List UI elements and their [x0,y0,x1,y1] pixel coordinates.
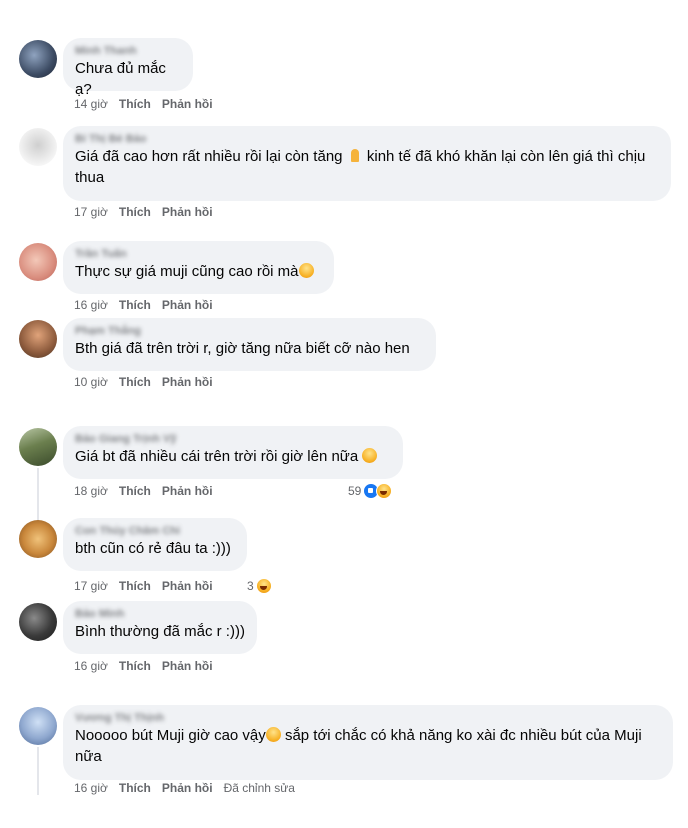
thread-line [37,747,39,795]
like-button[interactable]: Thích [119,659,151,673]
haha-reaction-icon [255,578,272,594]
comment-text: Nooooo bút Muji giờ cao vậy sắp tới chắc… [75,725,661,767]
comment-text: bth cũn có rẻ đâu ta :))) [75,540,231,557]
comment-bubble: Bí Thị Bé Bảo Giá đã cao hơn rất nhiều r… [63,126,671,201]
reaction-count: 3 [247,579,254,593]
comment-bubble: Con Thúy Châm Chi bth cũn có rẻ đâu ta :… [63,518,247,571]
comment-actions: 17 giờ Thích Phản hồi [74,204,224,220]
comment-actions: 14 giờ Thích Phản hồi [74,96,224,112]
haha-reaction-icon [376,483,393,499]
comment-text-part: Giá bt đã nhiều cái trên trời rồi giờ lê… [75,448,359,465]
comment-bubble: Bảo Giang Trịnh Vỹ Giá bt đã nhiều cái t… [63,426,403,479]
comment-bubble: Minh Thanh Chưa đủ mắc ạ? [63,38,193,98]
commenter-name[interactable]: Bảo Minh [75,608,245,621]
avatar[interactable] [19,603,57,641]
comment-time[interactable]: 18 giờ [74,484,108,498]
avatar[interactable] [19,128,57,166]
reply-button[interactable]: Phản hồi [162,298,213,312]
reply-button[interactable]: Phản hồi [162,97,213,111]
reaction-summary[interactable]: 3 [247,578,272,594]
comment-time[interactable]: 10 giờ [74,375,108,389]
comment-actions: 16 giờ Thích Phản hồi [74,658,224,674]
comment-bubble: Vương Thị Thịnh Nooooo bút Muji giờ cao … [63,705,673,780]
comment-actions: 17 giờ Thích Phản hồi [74,578,224,594]
avatar[interactable] [19,320,57,358]
like-button[interactable]: Thích [119,781,151,795]
comment-text-part: Giá đã cao hơn rất nhiều rồi lại còn tăn… [75,148,343,165]
commenter-name[interactable]: Con Thúy Châm Chi [75,525,235,538]
commenter-name[interactable]: Bí Thị Bé Bảo [75,133,659,146]
reply-button[interactable]: Phản hồi [162,205,213,219]
comment-time[interactable]: 14 giờ [74,97,108,111]
commenter-name[interactable]: Vương Thị Thịnh [75,712,661,725]
comment-time[interactable]: 16 giờ [74,298,108,312]
reply-button[interactable]: Phản hồi [162,375,213,389]
comment-text: Giá đã cao hơn rất nhiều rồi lại còn tăn… [75,146,659,188]
reply-button[interactable]: Phản hồi [162,579,213,593]
comment-bubble: Bảo Minh Bình thường đã mắc r :))) [63,601,257,654]
reply-button[interactable]: Phản hồi [162,659,213,673]
comment-text-part: Nooooo bút Muji giờ cao vậy [75,727,266,744]
avatar[interactable] [19,520,57,558]
comment-text: Bình thường đã mắc r :))) [75,623,245,640]
comment-text-part: Thực sự giá muji cũng cao rồi mà [75,263,299,280]
reply-button[interactable]: Phản hồi [162,484,213,498]
commenter-name[interactable]: Minh Thanh [75,45,181,58]
avatar[interactable] [19,707,57,745]
comment-text: Bth giá đã trên trời r, giờ tăng nữa biế… [75,340,410,357]
like-button[interactable]: Thích [119,205,151,219]
comment-actions: 16 giờ Thích Phản hồi Đã chỉnh sửa [74,780,306,796]
comment-bubble: Trần Tuấn Thực sự giá muji cũng cao rồi … [63,241,334,294]
commenter-name[interactable]: Trần Tuấn [75,248,322,261]
like-button[interactable]: Thích [119,579,151,593]
like-button[interactable]: Thích [119,484,151,498]
reply-button[interactable]: Phản hồi [162,781,213,795]
comment-text: Giá bt đã nhiều cái trên trời rồi giờ lê… [75,446,391,467]
like-button[interactable]: Thích [119,298,151,312]
like-button[interactable]: Thích [119,375,151,389]
scream-emoji [265,727,281,742]
comment-actions: 16 giờ Thích Phản hồi [74,297,224,313]
comment-actions: 10 giờ Thích Phản hồi [74,374,224,390]
edited-label: Đã chỉnh sửa [223,781,295,795]
comment-time[interactable]: 17 giờ [74,205,108,219]
comment-time[interactable]: 16 giờ [74,781,108,795]
comment-bubble: Phạm Thắng Bth giá đã trên trời r, giờ t… [63,318,436,371]
avatar[interactable] [19,428,57,466]
commenter-name[interactable]: Bảo Giang Trịnh Vỹ [75,433,391,446]
comment-time[interactable]: 17 giờ [74,579,108,593]
comment-time[interactable]: 16 giờ [74,659,108,673]
avatar[interactable] [19,40,57,78]
reaction-summary[interactable]: 59 [348,483,393,499]
cry-emoji [298,263,314,278]
reaction-count: 59 [348,484,362,498]
like-button[interactable]: Thích [119,97,151,111]
laugh-emoji [362,448,378,463]
pray-emoji [347,148,363,163]
avatar[interactable] [19,243,57,281]
comment-text: Thực sự giá muji cũng cao rồi mà [75,261,322,282]
comment-text: Chưa đủ mắc ạ? [75,60,166,98]
commenter-name[interactable]: Phạm Thắng [75,325,424,338]
comment-actions: 18 giờ Thích Phản hồi [74,483,224,499]
